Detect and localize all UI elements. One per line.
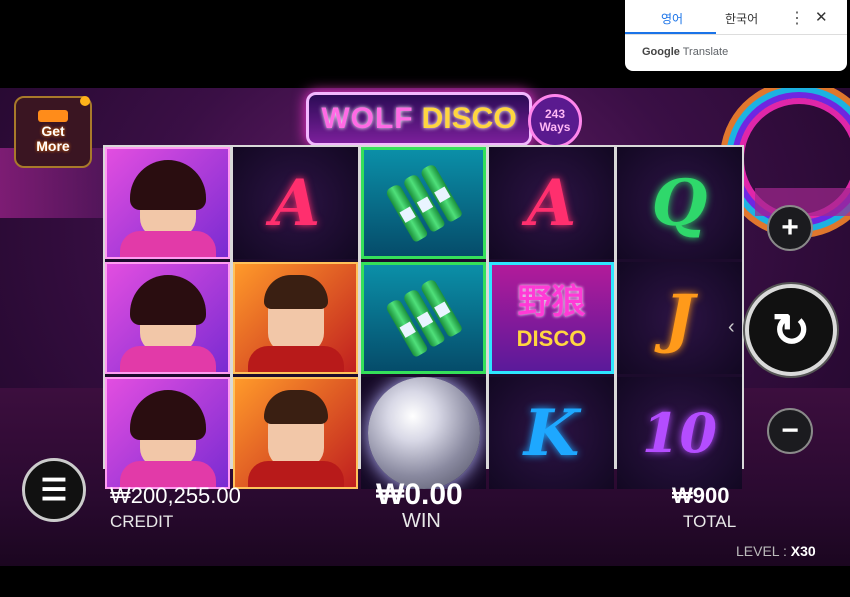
lady-face <box>129 390 206 468</box>
symbol-lady <box>105 147 230 259</box>
win-label: WIN <box>402 510 441 532</box>
spin-button[interactable]: ↻ <box>745 284 837 376</box>
man-face <box>263 275 328 353</box>
symbol-10: 10 <box>617 377 742 489</box>
symbol-j-letter: J <box>664 280 695 356</box>
credit-value: ₩200,255.00 <box>110 483 241 508</box>
spin-arrow-icon: ‹ <box>728 316 735 338</box>
wild-disco-text: DISCO <box>516 326 587 351</box>
game-logo: WOLF DISCO <box>306 92 532 146</box>
ways-label: Ways <box>539 120 571 134</box>
win-value: ₩0.00 <box>376 478 463 511</box>
reel-2: A <box>233 147 358 489</box>
get-more-label-1: Get <box>41 123 65 139</box>
symbol-bottles <box>361 147 486 259</box>
plus-icon: + <box>781 211 799 244</box>
increase-bet-button[interactable]: + <box>767 205 813 251</box>
lady-hair <box>129 390 206 440</box>
symbol-k-letter: K <box>523 395 580 471</box>
symbol-j: J <box>617 262 742 374</box>
lady-face <box>129 160 206 238</box>
bottles-icon <box>384 163 463 243</box>
tab-english[interactable]: 영어 <box>661 10 683 27</box>
more-options-icon[interactable]: ⋮ <box>789 8 805 28</box>
symbol-lady <box>105 262 230 374</box>
lady-hair <box>129 275 206 325</box>
symbol-man <box>233 262 358 374</box>
symbol-a-letter: A <box>270 165 321 241</box>
reel-5: Q J 10 <box>617 147 742 489</box>
google-translate-brand: Google Translate <box>642 46 728 58</box>
translate-brand-text: Translate <box>682 46 729 58</box>
man-hair <box>263 390 328 424</box>
symbol-man <box>233 377 358 489</box>
disco-ball-icon <box>367 377 480 489</box>
lady-face <box>129 275 206 353</box>
reel-1 <box>105 147 230 489</box>
symbol-a: A <box>489 147 614 259</box>
symbol-k: K <box>489 377 614 489</box>
symbol-bottles <box>361 262 486 374</box>
reel-4: A 野狼 DISCO K <box>489 147 614 489</box>
reel-grid: A A 野狼 DISCO K Q J 10 <box>103 145 744 489</box>
tab-korean[interactable]: 한국어 <box>725 10 758 27</box>
credit-label: CREDIT <box>110 512 174 531</box>
gift-icon <box>38 110 68 122</box>
get-more-label-2: More <box>36 138 70 154</box>
symbol-wolf-disco-wild: 野狼 DISCO <box>489 262 614 374</box>
level-indicator: LEVEL : X30 <box>736 543 816 559</box>
man-jacket <box>247 346 344 372</box>
lady-outfit <box>119 346 216 372</box>
minus-icon: − <box>781 414 799 447</box>
logo-word-disco: DISCO <box>421 102 517 135</box>
lady-outfit <box>119 231 216 257</box>
decrease-bet-button[interactable]: − <box>767 408 813 454</box>
symbol-q-letter: Q <box>651 165 708 241</box>
bottles-icon <box>384 278 463 358</box>
ways-badge: 243 Ways <box>528 94 582 148</box>
total-value: ₩900 <box>672 483 730 508</box>
wild-chinese-text: 野狼 <box>517 283 586 321</box>
close-icon[interactable]: ✕ <box>815 8 828 26</box>
man-face <box>263 390 328 468</box>
divider <box>625 34 847 35</box>
spin-icon: ↻ <box>771 304 811 356</box>
get-more-button[interactable]: Get More <box>14 96 92 168</box>
man-hair <box>263 275 328 309</box>
level-value: X30 <box>790 543 816 559</box>
symbol-10-text: 10 <box>641 401 718 465</box>
notification-dot <box>80 96 90 106</box>
lady-hair <box>129 160 206 210</box>
symbol-q: Q <box>617 147 742 259</box>
menu-icon: ☰ <box>40 473 68 507</box>
reel-3 <box>361 147 486 489</box>
symbol-disco-ball <box>361 377 486 489</box>
total-label: TOTAL <box>683 512 737 531</box>
man-jacket <box>247 461 344 487</box>
symbol-lady <box>105 377 230 489</box>
logo-word-wolf: WOLF <box>321 102 414 135</box>
menu-button[interactable]: ☰ <box>22 458 86 522</box>
symbol-a: A <box>233 147 358 259</box>
google-brand-text: Google <box>642 46 680 58</box>
translate-popup: 영어 한국어 ⋮ ✕ Google Translate <box>625 0 847 71</box>
symbol-a-letter: A <box>526 165 577 241</box>
level-label: LEVEL : <box>736 543 787 559</box>
